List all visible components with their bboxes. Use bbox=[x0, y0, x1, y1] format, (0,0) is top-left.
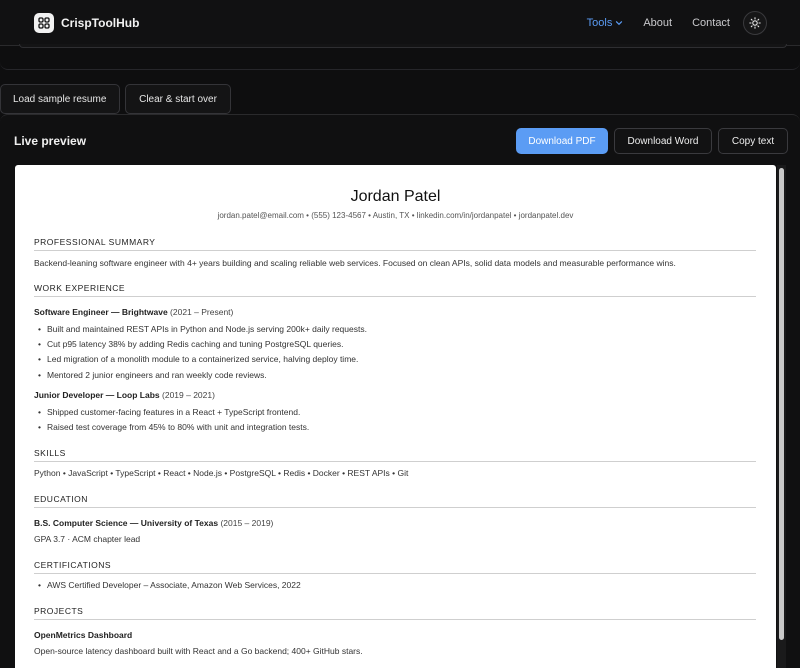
download-word-button[interactable]: Download Word bbox=[614, 128, 712, 154]
download-pdf-button[interactable]: Download PDF bbox=[516, 128, 608, 154]
job-title: Junior Developer — Loop Labs (2019 – 202… bbox=[34, 390, 215, 400]
job-title-text: Software Engineer — Brightwave bbox=[34, 307, 168, 317]
brand-name: CrispToolHub bbox=[61, 15, 140, 30]
load-sample-button[interactable]: Load sample resume bbox=[0, 84, 120, 114]
job-bullet: Cut p95 latency 38% by adding Redis cach… bbox=[38, 339, 343, 349]
resume-preview: Jordan Patel jordan.patel@email.com • (5… bbox=[15, 165, 776, 668]
download-actions: Download PDF Download Word Copy text bbox=[516, 128, 788, 154]
education-dates: (2015 – 2019) bbox=[220, 518, 274, 528]
experience-heading: WORK EXPERIENCE bbox=[34, 283, 756, 297]
clear-button[interactable]: Clear & start over bbox=[125, 84, 231, 114]
project-title-text: OpenMetrics Dashboard bbox=[34, 630, 133, 640]
preview-scroll-thumb[interactable] bbox=[779, 168, 784, 640]
education-degree: B.S. Computer Science — University of Te… bbox=[34, 518, 273, 528]
certifications-heading: CERTIFICATIONS bbox=[34, 560, 756, 574]
skills-text: Python • JavaScript • TypeScript • React… bbox=[34, 468, 409, 478]
copy-text-button[interactable]: Copy text bbox=[718, 128, 788, 154]
editor-panel-bottom bbox=[19, 44, 787, 48]
projects-heading: PROJECTS bbox=[34, 606, 756, 620]
theme-toggle-button[interactable] bbox=[743, 11, 767, 35]
skills-heading: SKILLS bbox=[34, 448, 756, 462]
job-bullet: Raised test coverage from 45% to 80% wit… bbox=[38, 422, 309, 432]
job-dates: (2021 – Present) bbox=[170, 307, 234, 317]
resume-name: Jordan Patel bbox=[350, 188, 441, 205]
summary-text: Backend-leaning software engineer with 4… bbox=[34, 258, 676, 268]
top-nav: CrispToolHub Tools About Contact bbox=[0, 0, 800, 46]
logo-grid-icon bbox=[34, 12, 54, 33]
education-detail: GPA 3.7 · ACM chapter lead bbox=[34, 534, 141, 544]
brand-logo[interactable]: CrispToolHub bbox=[34, 12, 140, 33]
job-title: Software Engineer — Brightwave (2021 – P… bbox=[34, 307, 233, 317]
education-heading: EDUCATION bbox=[34, 494, 756, 508]
job-bullet: Led migration of a monolith module to a … bbox=[38, 354, 358, 364]
page: CrispToolHub Tools About Contact Load sa… bbox=[0, 0, 800, 668]
job-title-text: Junior Developer — Loop Labs bbox=[34, 390, 160, 400]
nav-tools-label: Tools bbox=[586, 17, 613, 29]
nav-contact[interactable]: Contact bbox=[692, 17, 730, 29]
sun-icon bbox=[749, 17, 761, 29]
nav-about[interactable]: About bbox=[643, 17, 672, 29]
editor-panel-frame bbox=[0, 46, 800, 70]
preview-title: Live preview bbox=[14, 134, 87, 148]
job-bullet: Mentored 2 junior engineers and ran week… bbox=[38, 370, 267, 380]
summary-heading: PROFESSIONAL SUMMARY bbox=[34, 237, 756, 251]
education-degree-text: B.S. Computer Science — University of Te… bbox=[34, 518, 219, 528]
project-description: Open-source latency dashboard built with… bbox=[34, 646, 363, 656]
nav-tools[interactable]: Tools bbox=[587, 17, 624, 29]
job-dates: (2019 – 2021) bbox=[162, 390, 215, 400]
job-bullet: Built and maintained REST APIs in Python… bbox=[38, 324, 367, 334]
resume-contact: jordan.patel@email.com • (555) 123-4567 … bbox=[217, 211, 574, 220]
project-title: OpenMetrics Dashboard bbox=[34, 630, 132, 640]
job-bullet: Shipped customer-facing features in a Re… bbox=[38, 407, 300, 417]
resume-actions: Load sample resume Clear & start over bbox=[0, 84, 231, 114]
nav-links: Tools About Contact bbox=[567, 0, 800, 46]
chevron-down-icon bbox=[616, 21, 623, 26]
certification-item: AWS Certified Developer – Associate, Ama… bbox=[38, 580, 301, 590]
